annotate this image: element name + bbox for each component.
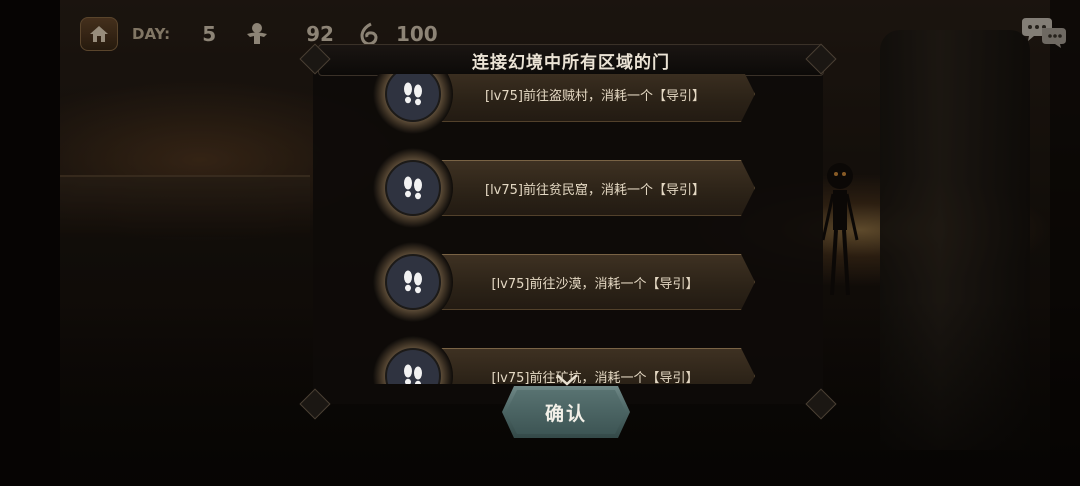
item-icon-frame [373, 242, 453, 322]
destination-list[interactable]: [lv75]前往盗贼村，消耗一个【导引】 [lv75]前往贫民窟，消耗一个【导引… [313, 74, 823, 384]
footprints-icon [385, 254, 441, 310]
list-item[interactable]: [lv75]前往沙漠，消耗一个【导引】 [373, 242, 773, 322]
item-icon-frame [373, 74, 453, 134]
item-label: [lv75]前往沙漠，消耗一个【导引】 [491, 276, 699, 292]
dialog-title-bar: 连接幻境中所有区域的门 [318, 44, 824, 76]
item-icon-frame [373, 148, 453, 228]
confirm-label: 确认 [544, 402, 587, 425]
item-icon-frame [373, 336, 453, 384]
scroll-down-chevron-icon[interactable] [556, 374, 578, 386]
item-label: [lv75]前往贫民窟，消耗一个【导引】 [485, 182, 705, 198]
footprints-icon [385, 160, 441, 216]
list-item[interactable]: [lv75]前往盗贼村，消耗一个【导引】 [373, 74, 773, 134]
confirm-button[interactable]: 确认 [502, 386, 630, 438]
item-label: [lv75]前往盗贼村，消耗一个【导引】 [485, 88, 705, 104]
footprints-icon [385, 74, 441, 122]
footprints-icon [385, 348, 441, 384]
dialog-title: 连接幻境中所有区域的门 [472, 52, 670, 73]
item-label: [lv75]前往矿坑，消耗一个【导引】 [491, 370, 699, 385]
list-item[interactable]: [lv75]前往贫民窟，消耗一个【导引】 [373, 148, 773, 228]
